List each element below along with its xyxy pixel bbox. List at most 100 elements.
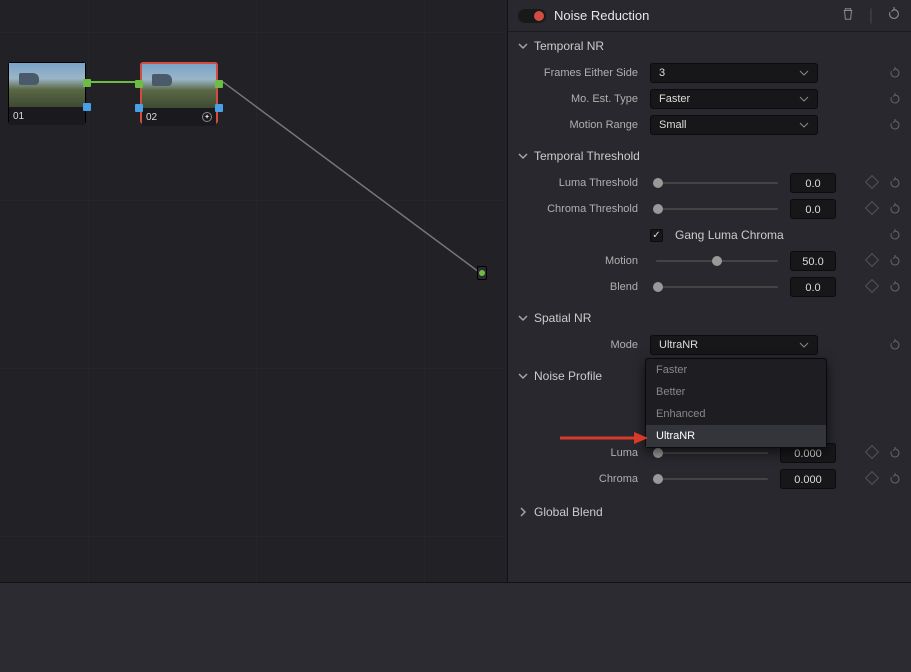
node-graph-panel[interactable]: 01 02 ✦ [0, 0, 508, 582]
section-global-blend[interactable]: Global Blend [518, 498, 901, 526]
node-01-thumb [9, 63, 85, 107]
row-frames-either-side: Frames Either Side 3 [518, 60, 901, 86]
profile-chroma-input[interactable]: 0.000 [780, 469, 836, 489]
luma-threshold-input[interactable]: 0.0 [790, 173, 836, 193]
chevron-down-icon [518, 313, 528, 323]
keyframe-icon[interactable] [865, 279, 879, 293]
row-chroma-threshold: Chroma Threshold 0.0 [518, 196, 901, 222]
node-01-label: 01 [13, 111, 24, 122]
row-motion: Motion 50.0 [518, 248, 901, 274]
blend-input[interactable]: 0.0 [790, 277, 836, 297]
node-02-out-video[interactable] [215, 80, 223, 88]
reset-icon[interactable] [889, 447, 901, 459]
section-spatial-nr[interactable]: Spatial NR [518, 304, 901, 332]
chevron-down-icon [799, 94, 809, 104]
mo-est-dropdown[interactable]: Faster [650, 89, 818, 109]
motion-label: Motion [518, 255, 644, 267]
blend-slider[interactable] [656, 286, 778, 288]
chroma-threshold-input[interactable]: 0.0 [790, 199, 836, 219]
motion-range-dropdown[interactable]: Small [650, 115, 818, 135]
node-02-label-row: 02 ✦ [142, 108, 216, 126]
motion-range-label: Motion Range [518, 119, 644, 131]
row-luma-threshold: Luma Threshold 0.0 [518, 170, 901, 196]
reset-icon[interactable] [889, 93, 901, 105]
bottom-area [0, 582, 911, 672]
chevron-down-icon [518, 41, 528, 51]
profile-luma-slider[interactable] [656, 452, 768, 454]
node-02-in-video[interactable] [135, 80, 143, 88]
profile-chroma-label: Chroma [518, 473, 644, 485]
profile-chroma-slider[interactable] [656, 478, 768, 480]
frames-dropdown[interactable]: 3 [650, 63, 818, 83]
row-mode: Mode UltraNR [518, 332, 901, 358]
node-02-thumb [142, 64, 216, 108]
output-node[interactable] [477, 266, 487, 280]
mode-option-better[interactable]: Better [646, 381, 826, 403]
node-01[interactable]: 01 [8, 62, 86, 124]
chroma-threshold-slider[interactable] [656, 208, 778, 210]
node-02[interactable]: 02 ✦ [140, 62, 218, 124]
chevron-down-icon [518, 151, 528, 161]
row-profile-chroma: Chroma 0.000 [518, 466, 901, 492]
keyframe-icon[interactable] [865, 201, 879, 215]
node-01-out-video[interactable] [83, 79, 91, 87]
reset-icon[interactable] [889, 119, 901, 131]
motion-range-value: Small [659, 119, 687, 131]
row-motion-range: Motion Range Small [518, 112, 901, 138]
mode-option-ultranr[interactable]: UltraNR [646, 425, 826, 447]
node-02-in-key[interactable] [135, 104, 143, 112]
reset-icon[interactable] [889, 473, 901, 485]
reset-icon[interactable] [889, 177, 901, 189]
reset-all-icon[interactable] [887, 7, 901, 21]
node-01-label-row: 01 [9, 107, 85, 125]
mode-dropdown[interactable]: UltraNR [650, 335, 818, 355]
keyframe-icon[interactable] [865, 253, 879, 267]
frames-label: Frames Either Side [518, 67, 644, 79]
node-02-out-key[interactable] [215, 104, 223, 112]
mode-option-faster[interactable]: Faster [646, 359, 826, 381]
mo-est-value: Faster [659, 93, 690, 105]
mode-option-enhanced[interactable]: Enhanced [646, 403, 826, 425]
reset-icon[interactable] [889, 339, 901, 351]
mode-label: Mode [518, 339, 644, 351]
chevron-right-icon [518, 507, 528, 517]
profile-luma-label: Luma [518, 447, 644, 459]
chevron-down-icon [799, 120, 809, 130]
reset-icon[interactable] [889, 229, 901, 241]
luma-threshold-label: Luma Threshold [518, 177, 644, 189]
section-temporal-threshold-label: Temporal Threshold [534, 149, 640, 163]
luma-threshold-slider[interactable] [656, 182, 778, 184]
section-noise-profile-label: Noise Profile [534, 369, 602, 383]
section-temporal-nr[interactable]: Temporal NR [518, 32, 901, 60]
keyframe-icon[interactable] [865, 445, 879, 459]
motion-input[interactable]: 50.0 [790, 251, 836, 271]
trash-icon[interactable] [841, 7, 855, 21]
chevron-down-icon [518, 371, 528, 381]
row-mo-est-type: Mo. Est. Type Faster [518, 86, 901, 112]
gang-checkbox[interactable]: ✓ [650, 229, 663, 242]
panel-header: Noise Reduction | [508, 0, 911, 32]
panel-enable-toggle[interactable] [518, 9, 546, 23]
panel-title: Noise Reduction [554, 8, 833, 23]
section-spatial-nr-label: Spatial NR [534, 311, 591, 325]
node-02-fx-icon: ✦ [202, 112, 212, 122]
frames-value: 3 [659, 67, 665, 79]
reset-icon[interactable] [889, 67, 901, 79]
chroma-threshold-label: Chroma Threshold [518, 203, 644, 215]
reset-icon[interactable] [889, 255, 901, 267]
chevron-down-icon [799, 68, 809, 78]
mode-value: UltraNR [659, 339, 698, 351]
row-blend: Blend 0.0 [518, 274, 901, 300]
reset-icon[interactable] [889, 203, 901, 215]
row-gang: ✓ Gang Luma Chroma [518, 222, 901, 248]
node-01-out-key[interactable] [83, 103, 91, 111]
reset-icon[interactable] [889, 281, 901, 293]
motion-slider[interactable] [656, 260, 778, 262]
mode-dropdown-menu: Faster Better Enhanced UltraNR [645, 358, 827, 448]
section-temporal-nr-label: Temporal NR [534, 39, 604, 53]
keyframe-icon[interactable] [865, 175, 879, 189]
mo-est-label: Mo. Est. Type [518, 93, 644, 105]
keyframe-icon[interactable] [865, 471, 879, 485]
node-02-label: 02 [146, 112, 157, 123]
section-temporal-threshold[interactable]: Temporal Threshold [518, 142, 901, 170]
